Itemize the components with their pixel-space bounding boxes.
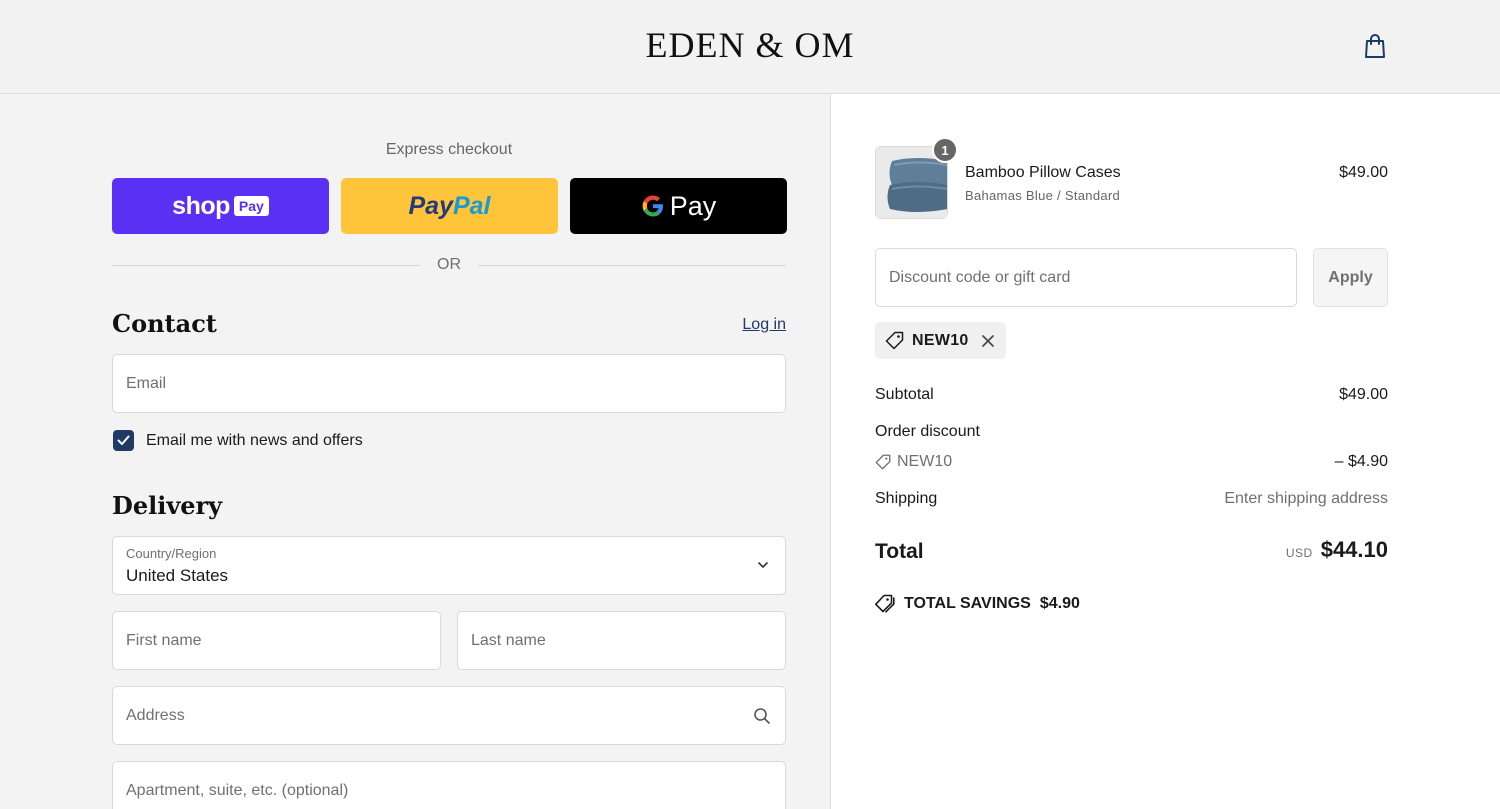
cart-button[interactable] — [1360, 30, 1390, 62]
or-divider-left — [112, 265, 420, 266]
discount-value: – $4.90 — [1334, 453, 1388, 470]
tag-icon — [885, 331, 904, 350]
search-icon — [754, 708, 770, 724]
store-logo[interactable]: EDEN & OM — [0, 24, 1500, 66]
paypal-button[interactable]: PayPal — [341, 178, 558, 234]
applied-discount-chip: NEW10 — [875, 322, 1006, 359]
subtotal-label: Subtotal — [875, 386, 934, 403]
shop-pay-button[interactable]: shop Pay — [112, 178, 329, 234]
product-name: Bamboo Pillow Cases — [965, 164, 1121, 181]
shop-pay-logo: shop — [172, 191, 230, 220]
last-name-input[interactable] — [458, 612, 785, 669]
close-icon — [981, 334, 994, 347]
total-row: USD $44.10 — [1131, 537, 1388, 563]
delivery-heading: Delivery — [112, 491, 223, 520]
header: EDEN & OM — [0, 0, 1500, 94]
tag-icon — [875, 454, 891, 470]
chevron-down-icon — [758, 562, 768, 568]
newsletter-checkbox[interactable] — [113, 430, 134, 451]
order-discount-label: Order discount — [875, 423, 980, 440]
google-pay-label: Pay — [669, 190, 717, 221]
contact-heading: Contact — [112, 309, 217, 338]
email-input[interactable] — [113, 355, 785, 412]
apartment-input[interactable] — [113, 762, 785, 809]
shop-pay-badge: Pay — [233, 196, 269, 216]
or-divider-text: OR — [437, 256, 461, 273]
total-savings-value: $4.90 — [1039, 594, 1080, 612]
shopping-bag-icon — [1365, 34, 1385, 58]
discount-field — [875, 248, 1297, 307]
login-link[interactable]: Log in — [700, 316, 786, 334]
address-input[interactable] — [113, 687, 785, 744]
total-value: $44.10 — [1320, 537, 1388, 562]
google-g-icon — [642, 195, 663, 217]
discount-input[interactable] — [876, 249, 1296, 306]
tags-icon — [875, 594, 895, 613]
total-savings: TOTAL SAVINGS $4.90 — [875, 594, 1080, 613]
apply-discount-button[interactable]: Apply — [1313, 248, 1388, 307]
total-savings-label: TOTAL SAVINGS — [904, 594, 1031, 612]
country-select-label: Country/Region — [126, 546, 217, 561]
quantity-badge: 1 — [932, 137, 958, 163]
total-label: Total — [875, 540, 924, 563]
discount-code-row: NEW10 — [875, 453, 952, 471]
newsletter-label[interactable]: Email me with news and offers — [146, 432, 363, 450]
discount-code-label: NEW10 — [897, 453, 953, 470]
google-pay-button[interactable]: Pay — [570, 178, 787, 234]
paypal-logo: PayPal — [408, 191, 491, 220]
shipping-value: Enter shipping address — [1224, 490, 1388, 507]
first-name-field — [112, 611, 441, 670]
subtotal-value: $49.00 — [1339, 386, 1388, 403]
last-name-field — [457, 611, 786, 670]
remove-discount-button[interactable] — [981, 334, 995, 348]
product-price: $49.00 — [1339, 164, 1388, 181]
apartment-field — [112, 761, 786, 809]
address-field — [112, 686, 786, 745]
checkmark-icon — [117, 435, 130, 445]
country-select-value: United States — [126, 566, 229, 585]
order-summary-panel: 1 Bamboo Pillow Cases Bahamas Blue / Sta… — [831, 94, 1500, 809]
or-divider-right — [478, 265, 786, 266]
product-variant: Bahamas Blue / Standard — [965, 188, 1121, 203]
checkout-form-panel: Express checkout shop Pay PayPal Pay OR … — [0, 94, 831, 809]
email-field — [112, 354, 786, 413]
express-checkout-title: Express checkout — [385, 141, 513, 158]
currency-code: USD — [1285, 546, 1313, 560]
shipping-label: Shipping — [875, 490, 938, 507]
first-name-input[interactable] — [113, 612, 440, 669]
country-select[interactable]: Country/Region United States — [112, 536, 786, 595]
applied-discount-code: NEW10 — [912, 331, 969, 349]
